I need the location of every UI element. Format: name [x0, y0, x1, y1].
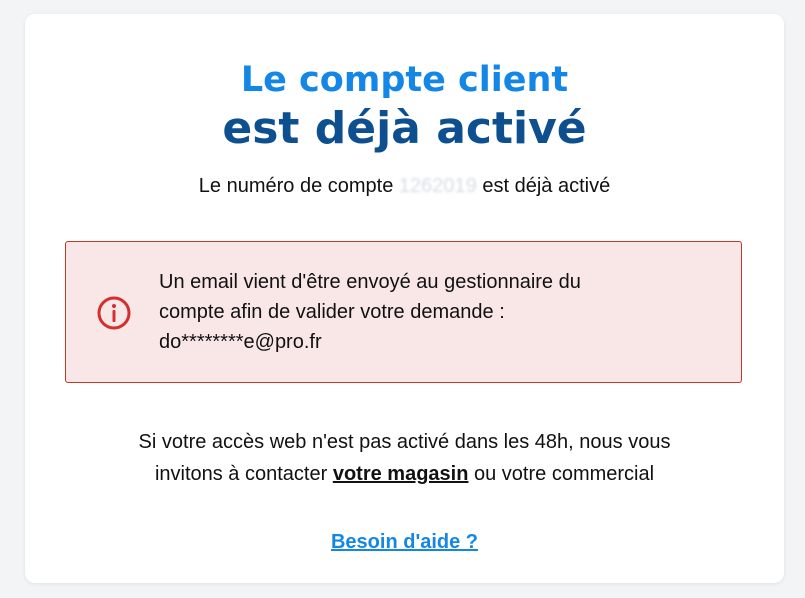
help-link[interactable]: Besoin d'aide ?: [331, 531, 478, 553]
email-sent-alert: Un email vient d'être envoyé au gestionn…: [65, 241, 742, 383]
alert-line2: compte afin de valider votre demande :: [159, 301, 505, 323]
info-line1: Si votre accès web n'est pas activé dans…: [138, 431, 671, 453]
page-title-line1: Le compte client: [240, 60, 569, 100]
activation-delay-info: Si votre accès web n'est pas activé dans…: [25, 426, 784, 490]
info-line2-prefix: invitons à contacter: [154, 463, 328, 485]
info-circle-icon: [97, 296, 131, 330]
alert-message: Un email vient d'être envoyé au gestionn…: [159, 267, 719, 357]
activation-card: Le compte client est déjà activé Le numé…: [25, 14, 784, 583]
store-link[interactable]: votre magasin: [333, 463, 469, 485]
info-line2-suffix: ou votre commercial: [474, 463, 655, 485]
alert-line1: Un email vient d'être envoyé au gestionn…: [159, 271, 581, 293]
help-section: Besoin d'aide ?: [25, 528, 784, 556]
account-number-masked: 1262019: [398, 175, 477, 197]
alert-email: do********e@pro.fr: [159, 331, 322, 353]
subtitle-suffix: est déjà activé: [482, 175, 611, 197]
subtitle-prefix: Le numéro de compte: [198, 175, 394, 197]
info-line2: invitons à contacter votre magasin ou vo…: [25, 458, 784, 490]
account-status-text: Le numéro de compte 1262019 est déjà act…: [25, 172, 784, 200]
page-title-line2: est déjà activé: [222, 103, 587, 154]
